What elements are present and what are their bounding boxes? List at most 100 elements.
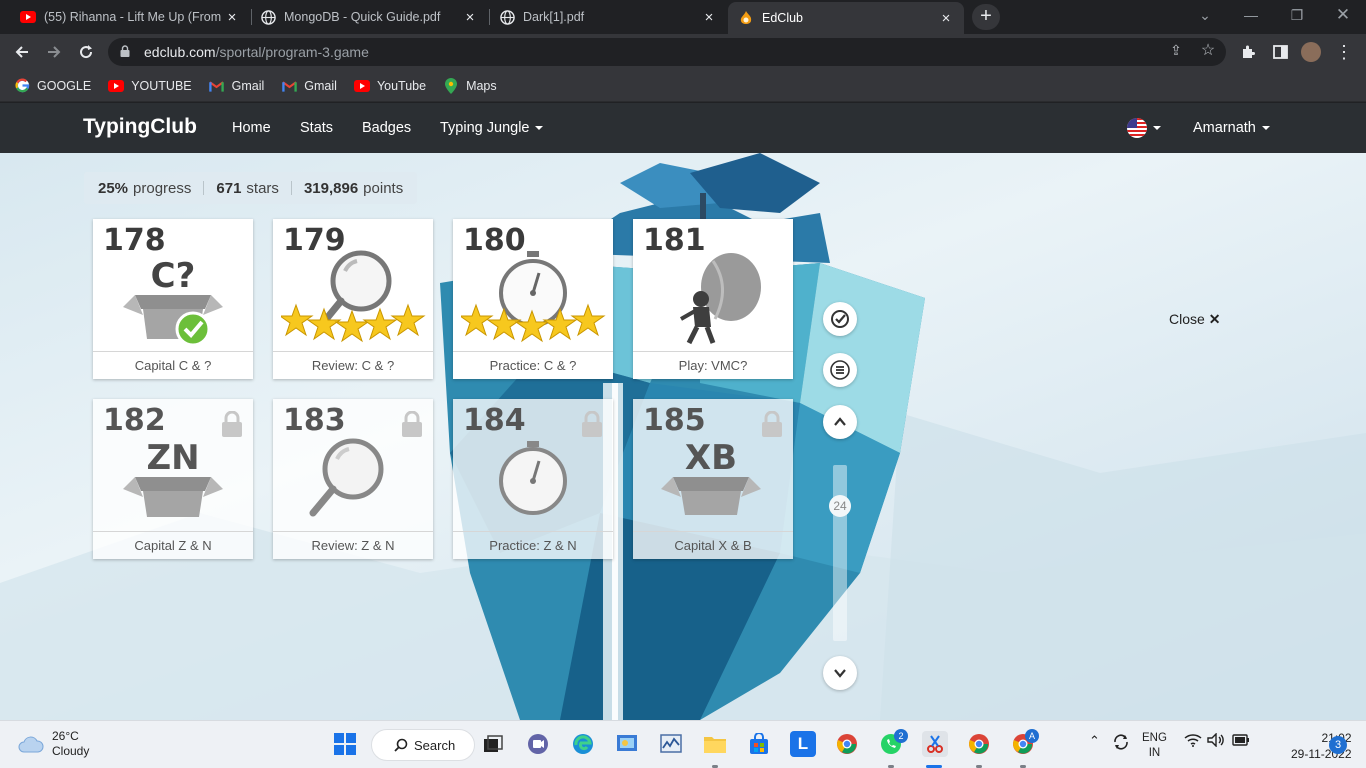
tab-title: EdClub [762, 11, 803, 25]
chrome-icon[interactable] [966, 731, 992, 757]
lesson-tile-184[interactable]: 184 Practice: Z & N [453, 399, 613, 559]
tab-strip: (55) Rihanna - Lift Me Up (From B × Mong… [0, 0, 1366, 34]
points-label: points [363, 179, 404, 197]
typingclub-logo[interactable]: TypingClub [83, 115, 197, 139]
lesson-label: Practice: C & ? [453, 351, 613, 379]
tab-search-icon[interactable]: ⌄ [1182, 0, 1228, 30]
tab-dark-pdf[interactable]: Dark[1].pdf × [489, 0, 727, 34]
lesson-scroll-thumb[interactable]: 24 [829, 495, 851, 517]
bookmark-google[interactable]: GOOGLE [14, 78, 91, 94]
teams-chat-icon[interactable] [525, 731, 551, 757]
tab-edclub[interactable]: EdClub × [728, 2, 964, 34]
check-circle-icon [831, 310, 849, 328]
check-progress-button[interactable] [823, 302, 857, 336]
close-icon: ✕ [1208, 311, 1221, 327]
task-view-icon[interactable] [480, 731, 506, 757]
reload-button[interactable] [72, 38, 100, 66]
lock-icon[interactable] [120, 44, 132, 60]
share-icon[interactable]: ⇪ [1166, 42, 1186, 59]
lesson-label: Capital Z & N [93, 531, 253, 559]
chevron-down-icon [535, 126, 544, 131]
lesson-tile-183[interactable]: 183 Review: Z & N [273, 399, 433, 559]
nav-badges[interactable]: Badges [362, 120, 411, 136]
battery-icon[interactable] [1232, 733, 1250, 750]
user-menu[interactable]: Amarnath [1193, 120, 1270, 136]
bookmark-youtube-2[interactable]: YouTube [353, 78, 426, 94]
lesson-tile-185[interactable]: 185 XB Capital X & B [633, 399, 793, 559]
close-tab-icon[interactable]: × [224, 9, 240, 26]
progress-summary: 25% progress 671 stars 319,896 points [84, 172, 418, 204]
chrome-menu-icon[interactable]: ⋮ [1332, 40, 1356, 64]
show-hidden-icons-chevron-up-icon[interactable]: ⌃ [1089, 733, 1100, 749]
address-bar[interactable]: edclub.com/sportal/program-3.game [108, 38, 1226, 66]
chevron-down-icon [834, 669, 846, 678]
windows-taskbar: 26°CCloudy Search L 2 A ⌃ ENGIN 21:0229-… [0, 720, 1366, 768]
performance-monitor-icon[interactable] [658, 731, 684, 757]
lesson-scroll-track[interactable] [833, 465, 847, 641]
taskbar-search[interactable]: Search [371, 729, 475, 761]
control-panel-icon[interactable] [614, 731, 640, 757]
wifi-icon[interactable] [1184, 733, 1202, 750]
volume-icon[interactable] [1207, 732, 1225, 750]
bookmark-label: Maps [466, 78, 497, 93]
microsoft-store-icon[interactable] [746, 731, 772, 757]
lesson-tile-178[interactable]: 178 C? Capital C & ? [93, 219, 253, 379]
balloon-game-icon [680, 253, 761, 345]
menu-button[interactable] [823, 353, 857, 387]
browser-toolbar: edclub.com/sportal/program-3.game ⇪ ☆ ⋮ [0, 34, 1366, 70]
back-button[interactable] [8, 38, 36, 66]
maps-icon [443, 77, 459, 94]
search-icon [394, 738, 408, 752]
close-tab-icon[interactable]: × [701, 9, 717, 26]
close-window-button[interactable]: ✕ [1320, 0, 1366, 30]
close-button[interactable]: Close ✕ [1169, 311, 1220, 328]
bookmark-maps[interactable]: Maps [443, 77, 497, 94]
chevron-down-icon [1153, 126, 1161, 130]
bookmark-gmail[interactable]: Gmail [209, 78, 264, 94]
bookmark-gmail-2[interactable]: Gmail [281, 78, 337, 94]
stars-count: 671 [216, 179, 242, 197]
side-panel-icon[interactable] [1268, 40, 1292, 64]
cloud-icon [18, 736, 44, 753]
lesson-tile-180[interactable]: 180 Practice: C & ? [453, 219, 613, 379]
extensions-icon[interactable] [1236, 40, 1260, 64]
minimize-button[interactable]: — [1228, 0, 1274, 30]
snipping-tool-icon[interactable] [922, 731, 948, 757]
nav-typing-jungle[interactable]: Typing Jungle [440, 120, 544, 136]
bookmark-youtube[interactable]: YOUTUBE [108, 78, 192, 94]
new-tab-button[interactable]: + [972, 4, 1000, 30]
start-icon[interactable] [332, 731, 358, 757]
tab-mongodb[interactable]: MongoDB - Quick Guide.pdf × [250, 0, 488, 34]
close-tab-icon[interactable]: × [938, 10, 954, 27]
l-app-icon[interactable]: L [790, 731, 816, 757]
weather-desc: Cloudy [52, 744, 90, 758]
tab-title: MongoDB - Quick Guide.pdf [284, 10, 441, 24]
youtube-icon [20, 9, 36, 25]
edge-icon[interactable] [570, 731, 596, 757]
nav-stats[interactable]: Stats [300, 120, 333, 136]
lang-top: ENG [1142, 732, 1167, 744]
lesson-label: Capital X & B [633, 531, 793, 559]
language-selector[interactable] [1127, 118, 1161, 138]
language-indicator[interactable]: ENG IN [1142, 731, 1167, 761]
whatsapp-badge: 2 [894, 729, 908, 743]
profile-avatar[interactable] [1301, 42, 1321, 62]
forward-button[interactable] [40, 38, 68, 66]
chrome-profile-icon[interactable] [834, 731, 860, 757]
file-explorer-icon[interactable] [702, 731, 728, 757]
lesson-tile-182[interactable]: 182 ZN Capital Z & N [93, 399, 253, 559]
divider [203, 181, 205, 195]
scroll-up-button[interactable] [823, 405, 857, 439]
divider [290, 181, 292, 195]
notification-count-badge[interactable]: 3 [1329, 736, 1347, 754]
lesson-tile-179[interactable]: 179 Review: C & ? [273, 219, 433, 379]
scroll-down-button[interactable] [823, 656, 857, 690]
nav-home[interactable]: Home [232, 120, 271, 136]
lesson-tile-181[interactable]: 181 Play: VMC? [633, 219, 793, 379]
bookmark-star-icon[interactable]: ☆ [1198, 40, 1218, 60]
close-tab-icon[interactable]: × [462, 9, 478, 26]
tab-youtube[interactable]: (55) Rihanna - Lift Me Up (From B × [10, 0, 250, 34]
weather-widget[interactable]: 26°C Cloudy [18, 729, 89, 759]
sync-icon[interactable] [1112, 733, 1130, 754]
restore-button[interactable]: ❐ [1274, 0, 1320, 30]
